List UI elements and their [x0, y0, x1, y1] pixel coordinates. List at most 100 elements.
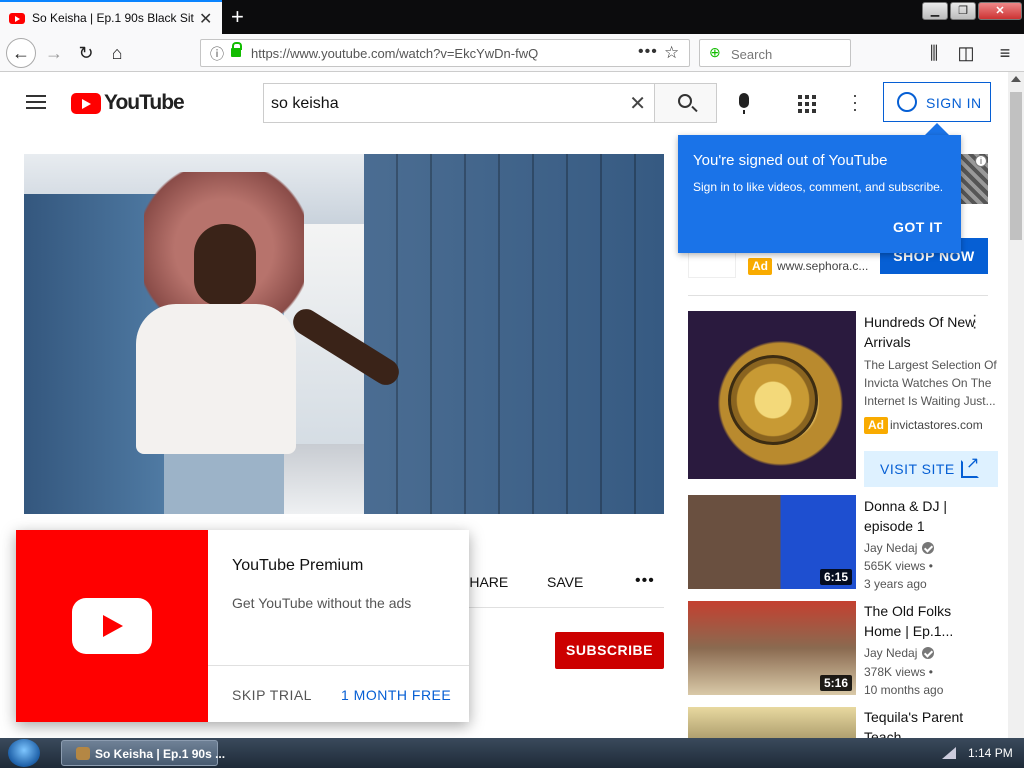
search-icon [678, 94, 692, 108]
sephora-ad-image[interactable] [688, 253, 736, 278]
free-trial-button[interactable]: 1 MONTH FREE [341, 687, 451, 703]
verified-icon [922, 647, 935, 659]
window-controls: ▁ ❐ ✕ [922, 2, 1022, 20]
ad-info-icon[interactable]: i [975, 155, 987, 167]
start-button[interactable] [8, 739, 40, 767]
video-duration: 5:16 [819, 675, 852, 691]
page-actions-icon[interactable]: ••• [638, 43, 658, 61]
tab-title: So Keisha | Ep.1 90s Black Sitcom [32, 11, 194, 25]
watch-image [728, 355, 818, 445]
visit-site-button[interactable]: VISIT SITE [864, 451, 998, 487]
close-window-button[interactable]: ✕ [978, 2, 1022, 20]
clock[interactable]: 1:14 PM [968, 746, 1013, 760]
new-tab-button[interactable]: + [231, 4, 244, 30]
recommendation-title[interactable]: The Old Folks Home | Ep.1... [864, 601, 989, 641]
maximize-button[interactable]: ❐ [950, 2, 976, 20]
browser-search-bar[interactable]: ⊕ Search [699, 39, 851, 67]
premium-banner [16, 530, 208, 722]
recommendation-title[interactable]: Tequila's Parent Teach... [864, 707, 989, 738]
microphone-icon[interactable] [739, 93, 749, 114]
clear-search-icon[interactable]: ✕ [629, 91, 646, 116]
menu-icon[interactable]: ≡ [991, 40, 1019, 66]
browser-tab-bar: So Keisha | Ep.1 90s Black Sitcom ✕ + ▁ … [0, 0, 1024, 34]
search-button[interactable] [654, 83, 717, 123]
divider [208, 665, 469, 666]
minimize-button[interactable]: ▁ [922, 2, 948, 20]
youtube-play-logo-icon [72, 598, 152, 654]
youtube-header: YouTube so keisha ✕ · · · SIGN IN [0, 72, 1008, 132]
ad-url[interactable]: invictastores.com [890, 418, 983, 432]
bookmark-star-icon[interactable]: ☆ [664, 43, 679, 63]
ad-url[interactable]: www.sephora.c... [777, 259, 868, 273]
tab-close-icon[interactable]: ✕ [199, 9, 212, 29]
tooltip-title: You're signed out of YouTube [693, 152, 888, 169]
visit-site-label: VISIT SITE [880, 461, 955, 477]
youtube-play-logo-icon [71, 92, 101, 114]
sign-in-button[interactable]: SIGN IN [883, 82, 991, 122]
recommendation-thumbnail[interactable]: 6:15 [688, 495, 856, 589]
premium-title: YouTube Premium [232, 557, 364, 574]
ad-title[interactable]: Hundreds Of New Arrivals [864, 312, 982, 352]
ad-description: The Largest Selection Of Invicta Watches… [864, 358, 997, 408]
search-engine-icon: ⊕ [709, 44, 721, 60]
youtube-favicon-icon [9, 13, 25, 24]
upload-age: 10 months ago [864, 683, 944, 697]
library-icon[interactable]: ⫼ [920, 40, 948, 66]
ad-badge: Ad [748, 258, 772, 275]
search-query[interactable]: so keisha [271, 95, 339, 113]
taskbar-item-firefox[interactable]: So Keisha | Ep.1 90s ... [61, 740, 225, 766]
scroll-up-arrow-icon[interactable] [1011, 76, 1021, 82]
ad-badge: Ad [864, 417, 888, 434]
view-count: 378K views • [864, 665, 933, 679]
url-bar[interactable]: ⓘ https://www.youtube.com/watch?v=EkcYwD… [200, 39, 690, 67]
app-icon [76, 747, 90, 760]
taskbar-item-label: So Keisha | Ep.1 90s ... [95, 747, 226, 761]
account-icon [897, 92, 917, 112]
info-icon[interactable]: ⓘ [210, 44, 224, 64]
recommendation-thumbnail[interactable]: 5:16 [688, 601, 856, 695]
sign-in-label: SIGN IN [926, 95, 982, 111]
more-actions-icon[interactable]: ••• [635, 572, 655, 590]
video-player[interactable] [24, 154, 664, 514]
subscribe-button[interactable]: SUBSCRIBE [555, 632, 664, 669]
verified-icon [922, 542, 935, 554]
recommendation-title[interactable]: Donna & DJ | episode 1 [864, 496, 989, 536]
signed-out-tooltip: You're signed out of YouTube Sign in to … [678, 135, 961, 253]
taskbar: So Keisha | Ep.1 90s ... 1:14 PM [0, 738, 1024, 768]
channel-name[interactable]: Jay Nedaj [864, 646, 935, 660]
save-button[interactable]: SAVE [547, 574, 583, 590]
youtube-logo-text: YouTube [104, 91, 185, 114]
scroll-thumb[interactable] [1010, 92, 1022, 240]
browser-search-placeholder: Search [731, 47, 773, 62]
reload-icon[interactable]: ↻ [72, 40, 100, 66]
channel-name[interactable]: Jay Nedaj [864, 541, 935, 555]
youtube-logo[interactable]: YouTube [71, 91, 185, 115]
view-count: 565K views • [864, 559, 933, 573]
skip-trial-button[interactable]: SKIP TRIAL [232, 687, 312, 703]
divider [460, 607, 664, 608]
home-icon[interactable]: ⌂ [103, 40, 131, 66]
url-text[interactable]: https://www.youtube.com/watch?v=EkcYwDn-… [251, 46, 538, 61]
sidebar-icon[interactable]: ◫ [952, 40, 980, 66]
network-signal-icon[interactable] [942, 747, 956, 759]
recommendation-thumbnail[interactable] [688, 707, 856, 738]
tooltip-arrow [925, 123, 949, 135]
ad-kebab-icon[interactable]: · · · [972, 308, 978, 336]
got-it-button[interactable]: GOT IT [893, 219, 943, 235]
lock-icon[interactable] [231, 42, 242, 57]
upload-age: 3 years ago [864, 577, 927, 591]
back-icon[interactable]: ← [6, 38, 36, 68]
browser-nav-bar: ← → ↻ ⌂ ⓘ https://www.youtube.com/watch?… [0, 34, 1024, 72]
premium-subtitle: Get YouTube without the ads [232, 595, 412, 611]
settings-kebab-icon[interactable]: · · · [852, 86, 858, 118]
divider [688, 295, 988, 296]
apps-grid-icon[interactable] [798, 95, 816, 113]
external-link-icon [961, 453, 980, 478]
premium-popup: YouTube Premium Get YouTube without the … [16, 530, 469, 722]
hamburger-menu-icon[interactable] [26, 95, 46, 109]
browser-tab[interactable]: So Keisha | Ep.1 90s Black Sitcom ✕ [0, 0, 222, 34]
page-scrollbar[interactable] [1008, 72, 1024, 738]
youtube-search-input[interactable]: so keisha ✕ [263, 83, 655, 123]
forward-icon[interactable]: → [40, 40, 68, 66]
tooltip-body: Sign in to like videos, comment, and sub… [693, 180, 944, 194]
